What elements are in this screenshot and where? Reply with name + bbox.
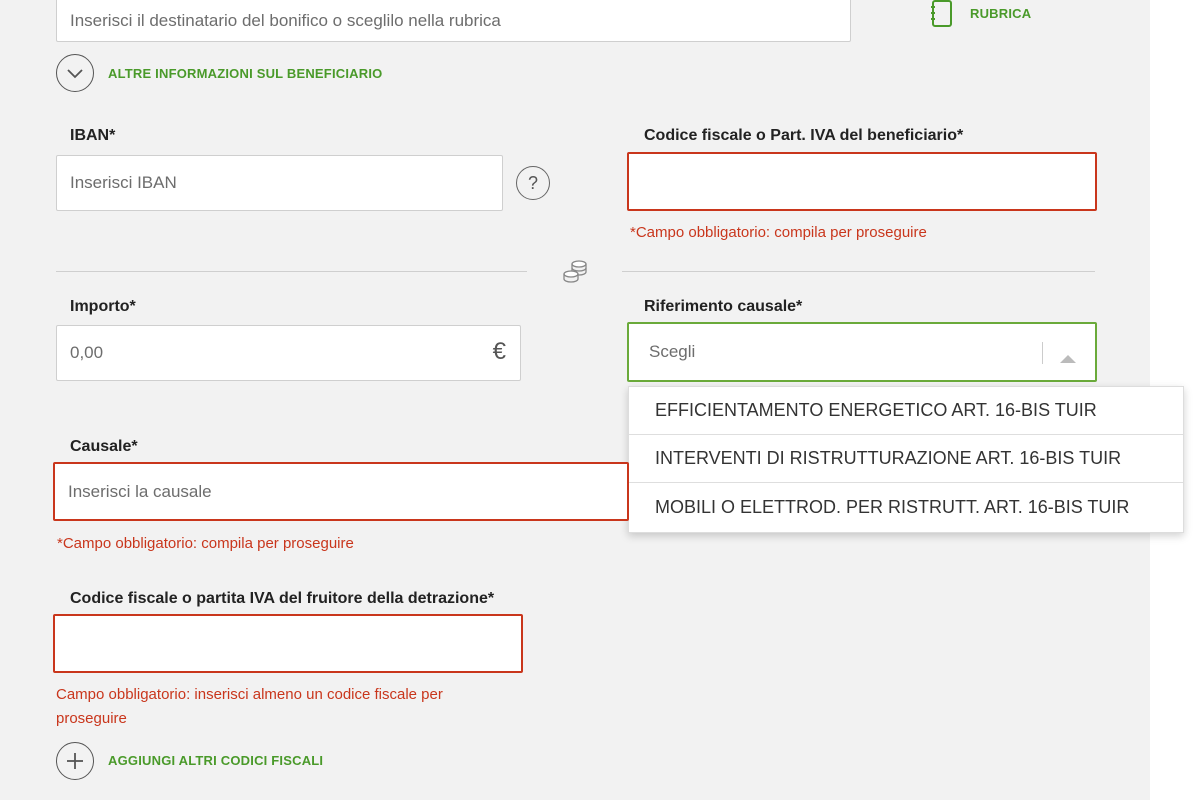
iban-placeholder: Inserisci IBAN	[70, 173, 177, 192]
euro-icon: €	[492, 338, 506, 365]
add-tax-code-link[interactable]: AGGIUNGI ALTRI CODICI FISCALI	[108, 753, 323, 768]
causale-input[interactable]: Inserisci la causale	[53, 462, 629, 521]
amount-label: Importo*	[70, 298, 136, 315]
rubrica-link[interactable]: RUBRICA	[970, 6, 1031, 21]
reason-reference-select[interactable]: Scegli	[627, 322, 1097, 382]
chevron-down-icon	[67, 69, 83, 79]
beneficiary-tax-code-error: *Campo obbligatorio: compila per prosegu…	[630, 224, 927, 241]
beneficiary-tax-code-input[interactable]	[627, 152, 1097, 211]
dropdown-option[interactable]: INTERVENTI DI RISTRUTTURAZIONE ART. 16-B…	[629, 435, 1183, 483]
causale-error: *Campo obbligatorio: compila per prosegu…	[57, 535, 354, 552]
reason-reference-dropdown: EFFICIENTAMENTO ENERGETICO ART. 16-BIS T…	[628, 386, 1184, 533]
reason-reference-selected: Scegli	[649, 342, 696, 361]
plus-icon	[67, 753, 83, 769]
triangle-up-icon[interactable]	[1059, 348, 1077, 368]
causale-placeholder: Inserisci la causale	[68, 481, 212, 501]
coins-icon	[562, 259, 590, 285]
section-divider-left	[56, 271, 527, 272]
select-separator	[1042, 342, 1043, 364]
deduction-tax-code-error-line2: proseguire	[56, 710, 127, 727]
more-info-toggle[interactable]	[56, 54, 94, 92]
causale-label: Causale*	[70, 438, 138, 455]
help-icon[interactable]: ?	[516, 166, 550, 200]
amount-input[interactable]: 0,00 €	[56, 325, 521, 381]
add-tax-code-button[interactable]	[56, 742, 94, 780]
section-divider-right	[622, 271, 1095, 272]
beneficiary-tax-code-label: Codice fiscale o Part. IVA del beneficia…	[644, 127, 964, 144]
more-info-link[interactable]: ALTRE INFORMAZIONI SUL BENEFICIARIO	[108, 66, 382, 81]
iban-label: IBAN*	[70, 127, 116, 144]
iban-input[interactable]: Inserisci IBAN	[56, 155, 503, 211]
beneficiary-name-placeholder: Inserisci il destinatario del bonifico o…	[70, 11, 501, 30]
help-symbol: ?	[527, 172, 538, 193]
beneficiary-name-input[interactable]: Inserisci il destinatario del bonifico o…	[56, 0, 851, 42]
address-book-icon[interactable]	[930, 0, 954, 28]
deduction-tax-code-label: Codice fiscale o partita IVA del fruitor…	[70, 590, 495, 607]
deduction-tax-code-input[interactable]	[53, 614, 523, 673]
amount-placeholder: 0,00	[70, 343, 104, 362]
deduction-tax-code-error-line1: Campo obbligatorio: inserisci almeno un …	[56, 686, 443, 703]
dropdown-option[interactable]: EFFICIENTAMENTO ENERGETICO ART. 16-BIS T…	[629, 387, 1183, 435]
dropdown-option[interactable]: MOBILI O ELETTROD. PER RISTRUTT. ART. 16…	[629, 483, 1183, 531]
reason-reference-label: Riferimento causale*	[644, 298, 803, 315]
